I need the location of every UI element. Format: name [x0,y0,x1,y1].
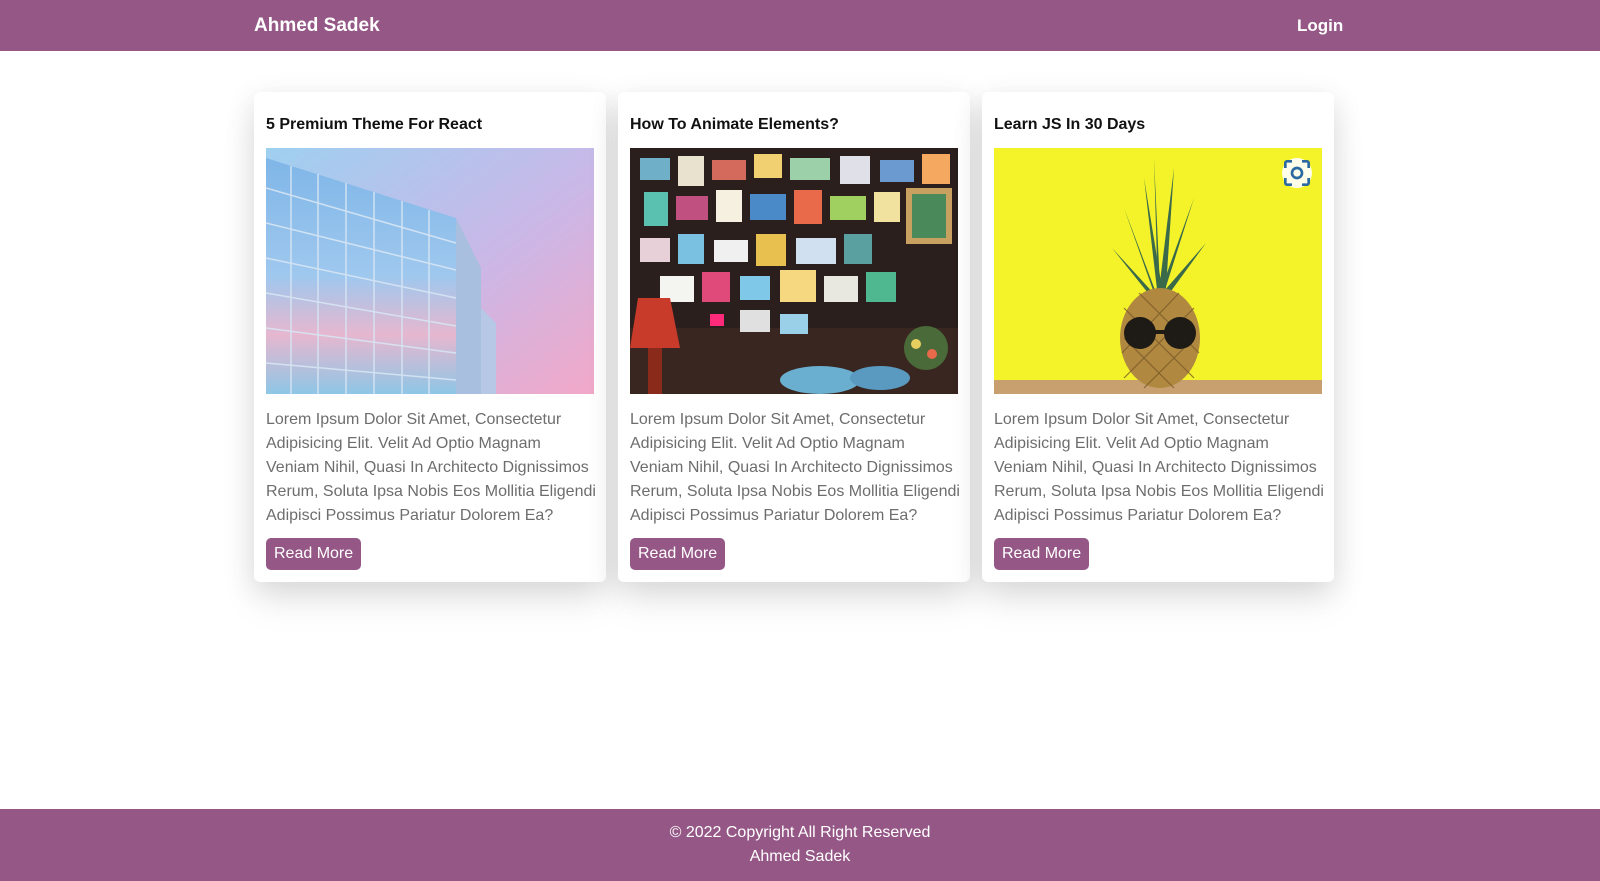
building-photo [266,148,594,394]
card-title: How To Animate Elements? [630,116,839,133]
read-more-button[interactable]: Read More [630,538,726,570]
poster-wall-photo [630,148,958,394]
card-learn-js: Learn JS In 30 Days Lorem Ipsum Dolor Si… [982,92,1334,582]
card-description: Lorem Ipsum Dolor Sit Amet, Consectetur … [630,411,960,524]
footer-copyright: © 2022 Copyright All Right Reserved [669,824,931,841]
read-more-button[interactable]: Read More [266,538,362,570]
card-description: Lorem Ipsum Dolor Sit Amet, Consectetur … [266,411,596,524]
lens-icon [1284,160,1310,186]
pineapple-photo [994,148,1322,394]
card-title: Learn JS In 30 Days [994,116,1146,133]
lens-search-button[interactable] [1282,158,1312,188]
login-link[interactable]: Login [1297,16,1343,36]
navbar: Ahmed Sadek Login [0,0,1600,51]
read-more-button[interactable]: Read More [994,538,1090,570]
card-animate-elements: How To Animate Elements? Lorem Ipsum Dol… [618,92,970,582]
card-title: 5 Premium Theme For React [266,116,483,133]
card-premium-theme: 5 Premium Theme For React Lorem Ipsum Do… [254,92,606,582]
card-description: Lorem Ipsum Dolor Sit Amet, Consectetur … [994,411,1324,524]
footer: © 2022 Copyright All Right Reserved Ahme… [0,809,1600,881]
brand-link[interactable]: Ahmed Sadek [254,15,380,37]
footer-name: Ahmed Sadek [749,848,851,865]
